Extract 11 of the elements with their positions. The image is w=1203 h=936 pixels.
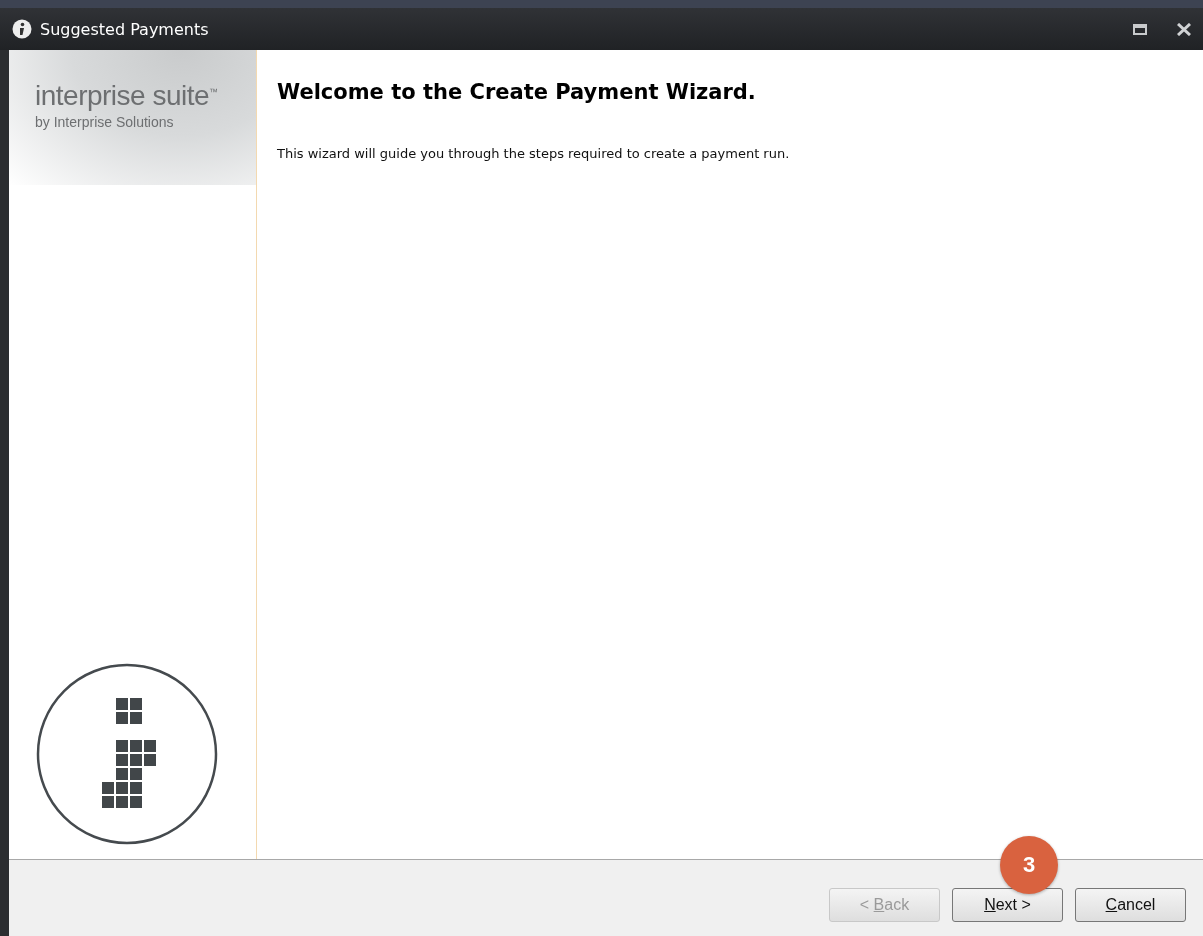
brand-byline: by Interprise Solutions bbox=[35, 114, 175, 130]
close-icon[interactable] bbox=[1177, 22, 1191, 36]
wizard-button[interactable]: Cancel bbox=[1075, 888, 1186, 922]
window-title: Suggested Payments bbox=[40, 19, 210, 39]
wizard-heading: Welcome to the Create Payment Wizard. bbox=[277, 80, 757, 104]
logo-icon bbox=[36, 663, 218, 845]
wizard-button[interactable]: Next > bbox=[952, 888, 1063, 922]
info-icon bbox=[12, 19, 32, 39]
maximize-icon[interactable] bbox=[1133, 23, 1147, 35]
brand-name: interprise suite$^{™}$ bbox=[35, 80, 219, 112]
wizard-description: This wizard will guide you through the steps required to create a payment run. bbox=[277, 146, 791, 161]
